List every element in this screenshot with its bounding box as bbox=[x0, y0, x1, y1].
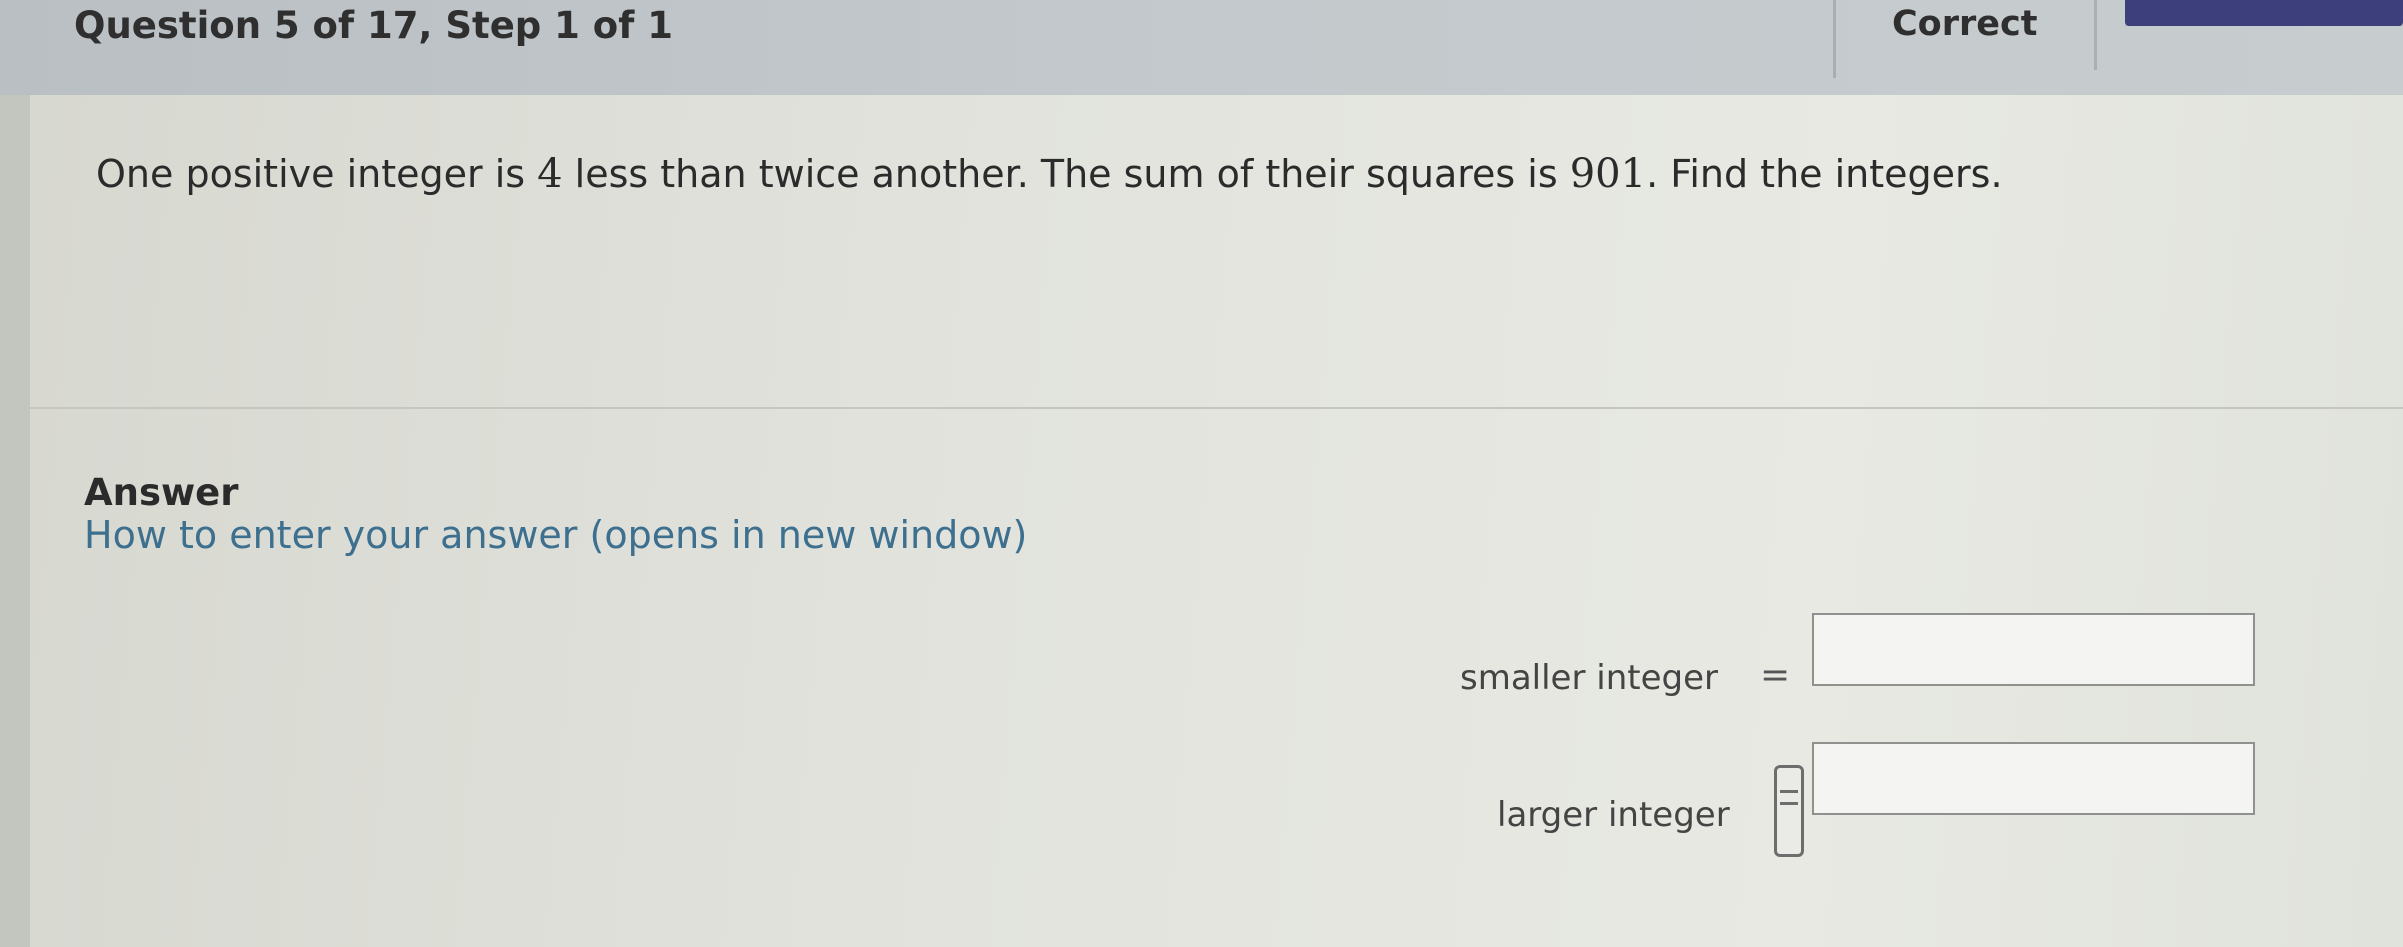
question-area: One positive integer is 4 less than twic… bbox=[30, 95, 2403, 407]
question-number: 4 bbox=[537, 151, 563, 197]
question-text-part: One positive integer is bbox=[96, 152, 538, 196]
answer-heading: Answer bbox=[84, 471, 239, 514]
smaller-integer-input[interactable] bbox=[1812, 613, 2255, 686]
fraction-entry-icon bbox=[1774, 765, 1804, 857]
progress-bar bbox=[2125, 0, 2403, 26]
question-text-part: . Find the integers. bbox=[1646, 152, 2003, 196]
larger-integer-input[interactable] bbox=[1812, 742, 2255, 815]
smaller-integer-label: smaller integer bbox=[1460, 658, 1718, 698]
question-header: Question 5 of 17, Step 1 of 1 Correct bbox=[0, 0, 2403, 95]
question-text: One positive integer is 4 less than twic… bbox=[96, 151, 2003, 197]
section-divider bbox=[30, 407, 2403, 409]
header-divider bbox=[2094, 0, 2097, 70]
larger-integer-label: larger integer bbox=[1497, 795, 1730, 835]
header-divider bbox=[1833, 0, 1836, 78]
help-link[interactable]: How to enter your answer (opens in new w… bbox=[84, 513, 1027, 557]
status-label: Correct bbox=[1892, 4, 2038, 44]
question-number: 901 bbox=[1569, 151, 1647, 197]
question-progress-label: Question 5 of 17, Step 1 of 1 bbox=[74, 4, 673, 47]
equals-sign: = bbox=[1760, 655, 1791, 696]
progress-bar-fill bbox=[2125, 0, 2403, 26]
left-margin bbox=[0, 95, 30, 947]
question-text-part: less than twice another. The sum of thei… bbox=[562, 152, 1570, 196]
